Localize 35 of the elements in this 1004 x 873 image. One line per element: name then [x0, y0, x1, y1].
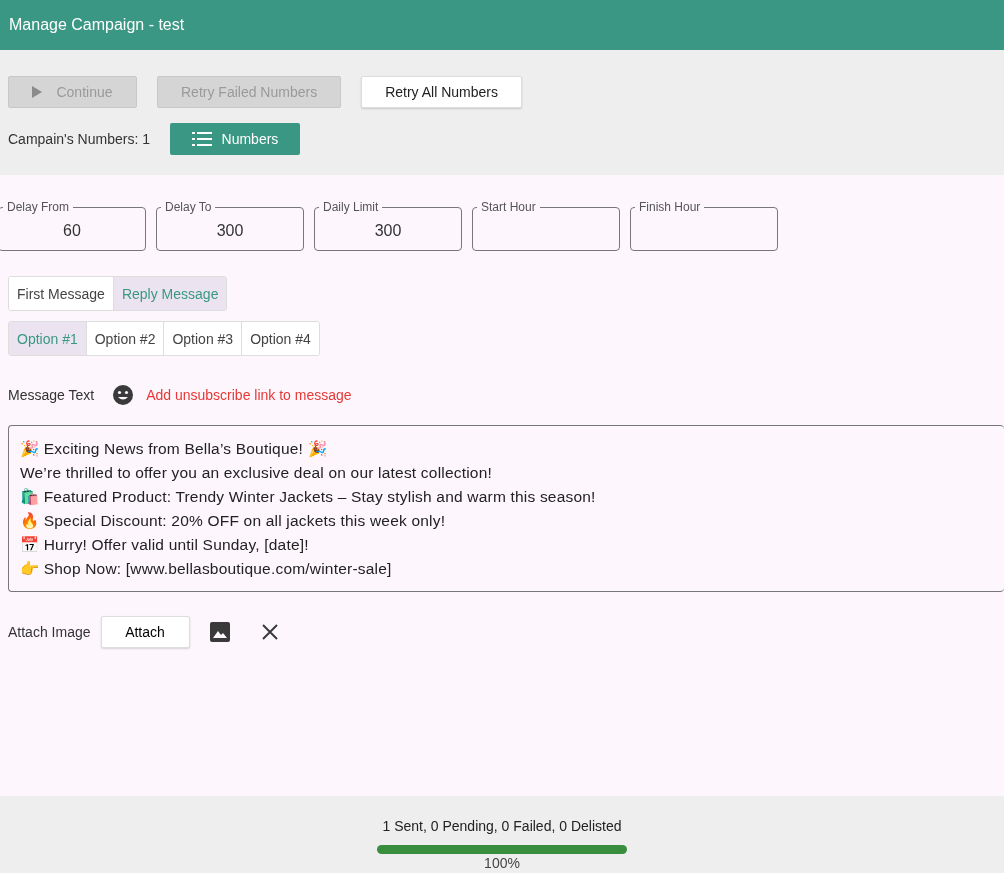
field-label: Finish Hour [638, 200, 702, 214]
message-line: We’re thrilled to offer you an exclusive deal on our latest collection! [20, 463, 493, 483]
number-field[interactable]: Start Hour [472, 200, 620, 251]
numbers-button[interactable]: Numbers [169, 123, 300, 155]
message-tab[interactable]: First Message [9, 277, 114, 310]
attach-button[interactable]: Attach [100, 616, 190, 648]
progress-reading: 100% [484, 855, 520, 871]
message-line: 🎉 Exciting News from Bella’s Boutique! 🎉 [20, 439, 328, 459]
number-field[interactable]: Delay To 300 [156, 200, 304, 251]
option-tab[interactable]: Option #2 [86, 322, 165, 355]
action-button[interactable]: Retry All Numbers [361, 76, 522, 108]
number-field[interactable]: Finish Hour [630, 200, 778, 251]
image-icon[interactable] [209, 622, 230, 642]
field-label: Delay To [164, 200, 213, 214]
attach-label: Attach Image [8, 624, 91, 640]
field-label: Daily Limit [322, 200, 380, 214]
field-label: Start Hour [480, 200, 537, 214]
list-icon [191, 132, 212, 146]
message-line: 🛍 Featured Product: Trendy Winter Jackets – Stay stylish and warm this season! [20, 487, 597, 507]
message-label: Message Text [8, 387, 95, 403]
close-icon[interactable] [261, 624, 278, 640]
option-tab[interactable]: Option #3 [164, 322, 243, 355]
message-line: 📅 Hurry! Offer valid until Sunday, [date]! [20, 535, 310, 555]
field-label: Delay From [6, 200, 70, 214]
numbers-count: Campain's Numbers: 1 [8, 131, 150, 147]
window-title: Manage Campaign - test [9, 16, 185, 34]
unsubscribe-link[interactable]: Add unsubscribe link to message [146, 387, 352, 403]
message-line: 👉 Shop Now: [www.bellasboutique.com/winter-sale] [20, 559, 393, 579]
smiley-icon[interactable] [112, 384, 135, 406]
message-line: 🔥 Special Discount: 20% OFF on all jackets this week only! [20, 511, 447, 531]
option-tab[interactable]: Option #4 [242, 322, 319, 355]
number-field[interactable]: Daily Limit 300 [314, 200, 462, 251]
play-icon [32, 86, 43, 98]
status-summary: 1 Sent, 0 Pending, 0 Failed, 0 Delisted [382, 818, 622, 834]
number-field[interactable]: Delay From 60 [0, 200, 146, 251]
